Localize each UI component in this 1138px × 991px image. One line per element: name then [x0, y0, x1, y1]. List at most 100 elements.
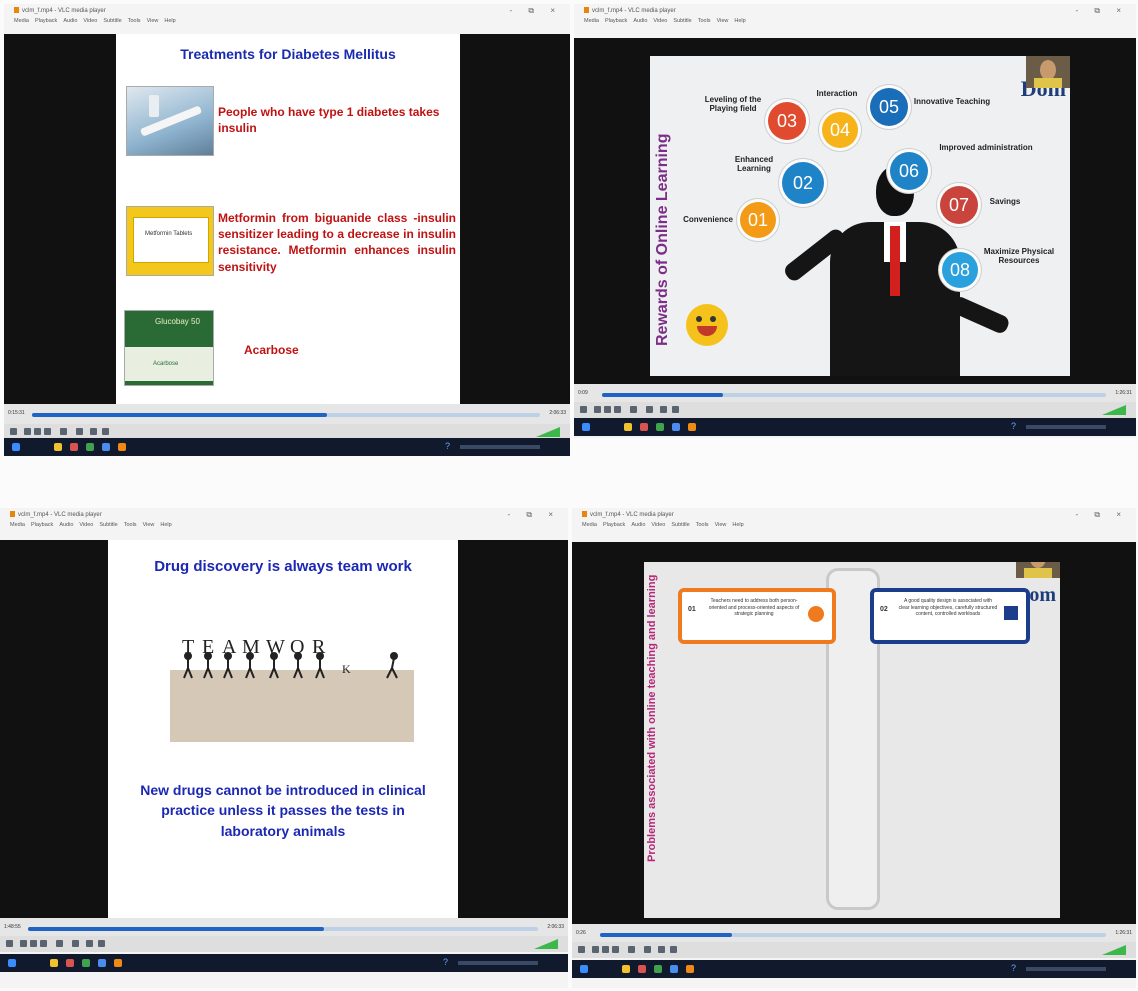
menu-subtitle[interactable]: Subtitle [103, 18, 121, 24]
video-area[interactable]: Drug discovery is always team work T E A… [0, 540, 568, 928]
video-area[interactable]: Problems associated with online teaching… [572, 542, 1136, 924]
media-app-icon[interactable] [640, 423, 648, 431]
menu-playback[interactable]: Playback [35, 18, 57, 24]
previous-icon[interactable] [20, 940, 27, 947]
help-icon[interactable]: ? [1011, 963, 1016, 973]
menu-subtitle[interactable]: Subtitle [99, 522, 117, 528]
menu-help[interactable]: Help [734, 18, 745, 24]
loop-icon[interactable] [660, 406, 667, 413]
menu-playback[interactable]: Playback [31, 522, 53, 528]
menu-media[interactable]: Media [582, 522, 597, 528]
browser-icon[interactable] [654, 965, 662, 973]
previous-icon[interactable] [24, 428, 31, 435]
media-app-icon[interactable] [66, 959, 74, 967]
video-area[interactable]: Rewards of Online Learning Dom 01 Conven… [574, 38, 1136, 384]
seek-bar[interactable] [28, 927, 538, 931]
volume-slider[interactable] [536, 427, 562, 437]
vlc-taskbar-icon[interactable] [114, 959, 122, 967]
seek-bar[interactable] [32, 413, 540, 417]
media-app-icon[interactable] [70, 443, 78, 451]
menu-media[interactable]: Media [10, 522, 25, 528]
menu-tools[interactable]: Tools [696, 522, 709, 528]
pause-icon[interactable] [578, 946, 585, 953]
chrome-icon[interactable] [98, 959, 106, 967]
vlc-taskbar-icon[interactable] [686, 965, 694, 973]
loop-icon[interactable] [90, 428, 97, 435]
menu-view[interactable]: View [143, 522, 155, 528]
fullscreen-icon[interactable] [628, 946, 635, 953]
fullscreen-icon[interactable] [56, 940, 63, 947]
chrome-icon[interactable] [670, 965, 678, 973]
start-icon[interactable] [582, 423, 590, 431]
menu-subtitle[interactable]: Subtitle [673, 18, 691, 24]
vlc-taskbar-icon[interactable] [688, 423, 696, 431]
playlist-icon[interactable] [72, 940, 79, 947]
start-icon[interactable] [12, 443, 20, 451]
menu-view[interactable]: View [717, 18, 729, 24]
shuffle-icon[interactable] [672, 406, 679, 413]
shuffle-icon[interactable] [670, 946, 677, 953]
playlist-icon[interactable] [646, 406, 653, 413]
help-icon[interactable]: ? [443, 957, 448, 967]
volume-slider[interactable] [1102, 405, 1128, 415]
menu-playback[interactable]: Playback [605, 18, 627, 24]
next-icon[interactable] [614, 406, 621, 413]
menu-media[interactable]: Media [14, 18, 29, 24]
file-explorer-icon[interactable] [50, 959, 58, 967]
file-explorer-icon[interactable] [54, 443, 62, 451]
loop-icon[interactable] [86, 940, 93, 947]
file-explorer-icon[interactable] [624, 423, 632, 431]
menu-help[interactable]: Help [164, 18, 175, 24]
next-icon[interactable] [612, 946, 619, 953]
window-controls[interactable]: - ⧉ × [510, 6, 563, 16]
browser-icon[interactable] [82, 959, 90, 967]
stop-icon[interactable] [602, 946, 609, 953]
volume-slider[interactable] [534, 939, 560, 949]
shuffle-icon[interactable] [98, 940, 105, 947]
pause-icon[interactable] [10, 428, 17, 435]
stop-icon[interactable] [604, 406, 611, 413]
window-controls[interactable]: - ⧉ × [1076, 510, 1129, 520]
playlist-icon[interactable] [76, 428, 83, 435]
video-area[interactable]: Treatments for Diabetes Mellitus People … [4, 34, 570, 404]
menu-audio[interactable]: Audio [631, 522, 645, 528]
volume-slider[interactable] [1102, 945, 1128, 955]
browser-icon[interactable] [656, 423, 664, 431]
browser-icon[interactable] [86, 443, 94, 451]
menu-view[interactable]: View [715, 522, 727, 528]
pause-icon[interactable] [6, 940, 13, 947]
menu-media[interactable]: Media [584, 18, 599, 24]
fullscreen-icon[interactable] [60, 428, 67, 435]
stop-icon[interactable] [34, 428, 41, 435]
menu-video[interactable]: Video [651, 522, 665, 528]
help-icon[interactable]: ? [445, 441, 450, 451]
file-explorer-icon[interactable] [622, 965, 630, 973]
help-icon[interactable]: ? [1011, 421, 1016, 431]
menu-tools[interactable]: Tools [698, 18, 711, 24]
next-icon[interactable] [40, 940, 47, 947]
menu-subtitle[interactable]: Subtitle [671, 522, 689, 528]
menu-help[interactable]: Help [732, 522, 743, 528]
chrome-icon[interactable] [102, 443, 110, 451]
menu-video[interactable]: Video [79, 522, 93, 528]
playlist-icon[interactable] [644, 946, 651, 953]
media-app-icon[interactable] [638, 965, 646, 973]
menu-help[interactable]: Help [160, 522, 171, 528]
start-icon[interactable] [8, 959, 16, 967]
next-icon[interactable] [44, 428, 51, 435]
loop-icon[interactable] [658, 946, 665, 953]
start-icon[interactable] [580, 965, 588, 973]
pause-icon[interactable] [580, 406, 587, 413]
previous-icon[interactable] [592, 946, 599, 953]
fullscreen-icon[interactable] [630, 406, 637, 413]
vlc-taskbar-icon[interactable] [118, 443, 126, 451]
menu-audio[interactable]: Audio [59, 522, 73, 528]
menu-audio[interactable]: Audio [633, 18, 647, 24]
menu-audio[interactable]: Audio [63, 18, 77, 24]
menu-playback[interactable]: Playback [603, 522, 625, 528]
window-controls[interactable]: - ⧉ × [508, 510, 561, 520]
seek-bar[interactable] [600, 933, 1106, 937]
menu-video[interactable]: Video [653, 18, 667, 24]
previous-icon[interactable] [594, 406, 601, 413]
menu-view[interactable]: View [147, 18, 159, 24]
